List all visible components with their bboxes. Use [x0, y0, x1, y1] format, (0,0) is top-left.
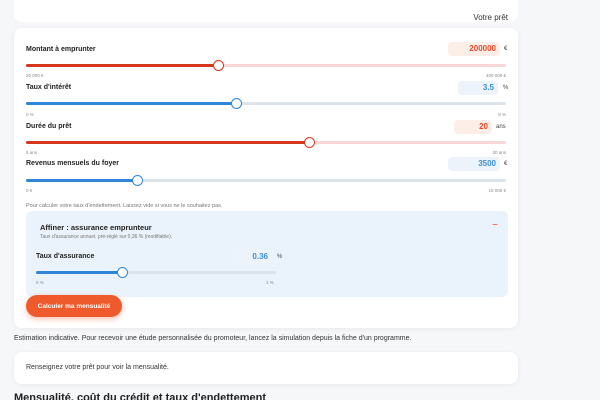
estimation-note: Estimation indicative. Pour recevoir une…: [14, 335, 412, 342]
insurance-rate-max: 1 %: [266, 280, 274, 285]
loan-amount-input[interactable]: [448, 42, 500, 56]
loan-duration-max: 30 ans: [492, 150, 506, 155]
loan-amount-label: Montant à emprunter: [26, 46, 96, 53]
loan-form-card: Montant à emprunter € 20 000 € 400 000 €…: [14, 28, 518, 328]
household-income-label: Revenus mensuels du foyer: [26, 160, 119, 167]
interest-rate-input[interactable]: [458, 81, 498, 95]
loan-amount-min: 20 000 €: [26, 73, 44, 78]
loan-duration-input[interactable]: [454, 120, 492, 134]
insurance-rate-slider-thumb[interactable]: [116, 267, 128, 278]
insurance-title: Affiner : assurance emprunteur: [40, 223, 152, 232]
loan-duration-slider-fill: [26, 141, 310, 144]
loan-duration-slider[interactable]: [26, 137, 506, 148]
insurance-rate-unit: %: [277, 254, 283, 260]
result-placeholder: Renseignez votre prêt pour voir la mensu…: [26, 364, 169, 371]
household-income-max: 15 000 €: [488, 188, 506, 193]
loan-amount-slider-thumb[interactable]: [212, 60, 224, 71]
interest-rate-slider[interactable]: [26, 98, 506, 109]
insurance-rate-slider[interactable]: [36, 267, 276, 278]
loan-amount-slider-fill: [26, 64, 218, 67]
loan-amount-max: 400 000 €: [485, 73, 506, 78]
calculate-button[interactable]: Calculer ma mensualité: [26, 295, 122, 317]
loan-duration-slider-thumb[interactable]: [303, 137, 315, 148]
insurance-subtitle: Taux d'assurance annuel, pré-réglé sur 0…: [40, 234, 173, 240]
insurance-rate-slider-fill: [36, 271, 123, 274]
loan-duration-label: Durée du prêt: [26, 123, 72, 130]
household-income-slider[interactable]: [26, 175, 506, 186]
insurance-rate-label: Taux d'assurance: [36, 253, 95, 260]
household-income-min: 0 €: [26, 188, 33, 193]
household-income-unit: €: [504, 161, 508, 167]
insurance-rate-min: 0 %: [36, 280, 44, 285]
household-income-slider-fill: [26, 179, 138, 182]
interest-rate-slider-fill: [26, 102, 236, 105]
result-card: Renseignez votre prêt pour voir la mensu…: [14, 352, 518, 384]
household-income-slider-thumb[interactable]: [132, 175, 144, 186]
interest-rate-slider-thumb[interactable]: [230, 98, 242, 109]
insurance-rate-input[interactable]: [232, 250, 272, 264]
household-income-input[interactable]: [448, 157, 500, 171]
insurance-collapse-button[interactable]: −: [492, 220, 498, 231]
interest-rate-min: 0 %: [26, 112, 34, 117]
income-hint: Pour calculer votre taux d'endettement. …: [26, 203, 223, 209]
insurance-panel: Affiner : assurance emprunteur − Taux d'…: [26, 211, 508, 297]
interest-rate-max: 8 %: [498, 112, 506, 117]
loan-amount-unit: €: [504, 46, 508, 52]
section-heading: Mensualité, coût du crédit et taux d'end…: [14, 392, 266, 400]
interest-rate-label: Taux d'intérêt: [26, 84, 72, 91]
interest-rate-unit: %: [503, 85, 509, 91]
loan-duration-unit: ans: [496, 124, 506, 130]
loan-duration-min: 5 ans: [26, 150, 38, 155]
summary-card-top: Votre prêt: [14, 0, 518, 22]
card-title: Votre prêt: [473, 13, 508, 22]
loan-amount-slider[interactable]: [26, 60, 506, 71]
